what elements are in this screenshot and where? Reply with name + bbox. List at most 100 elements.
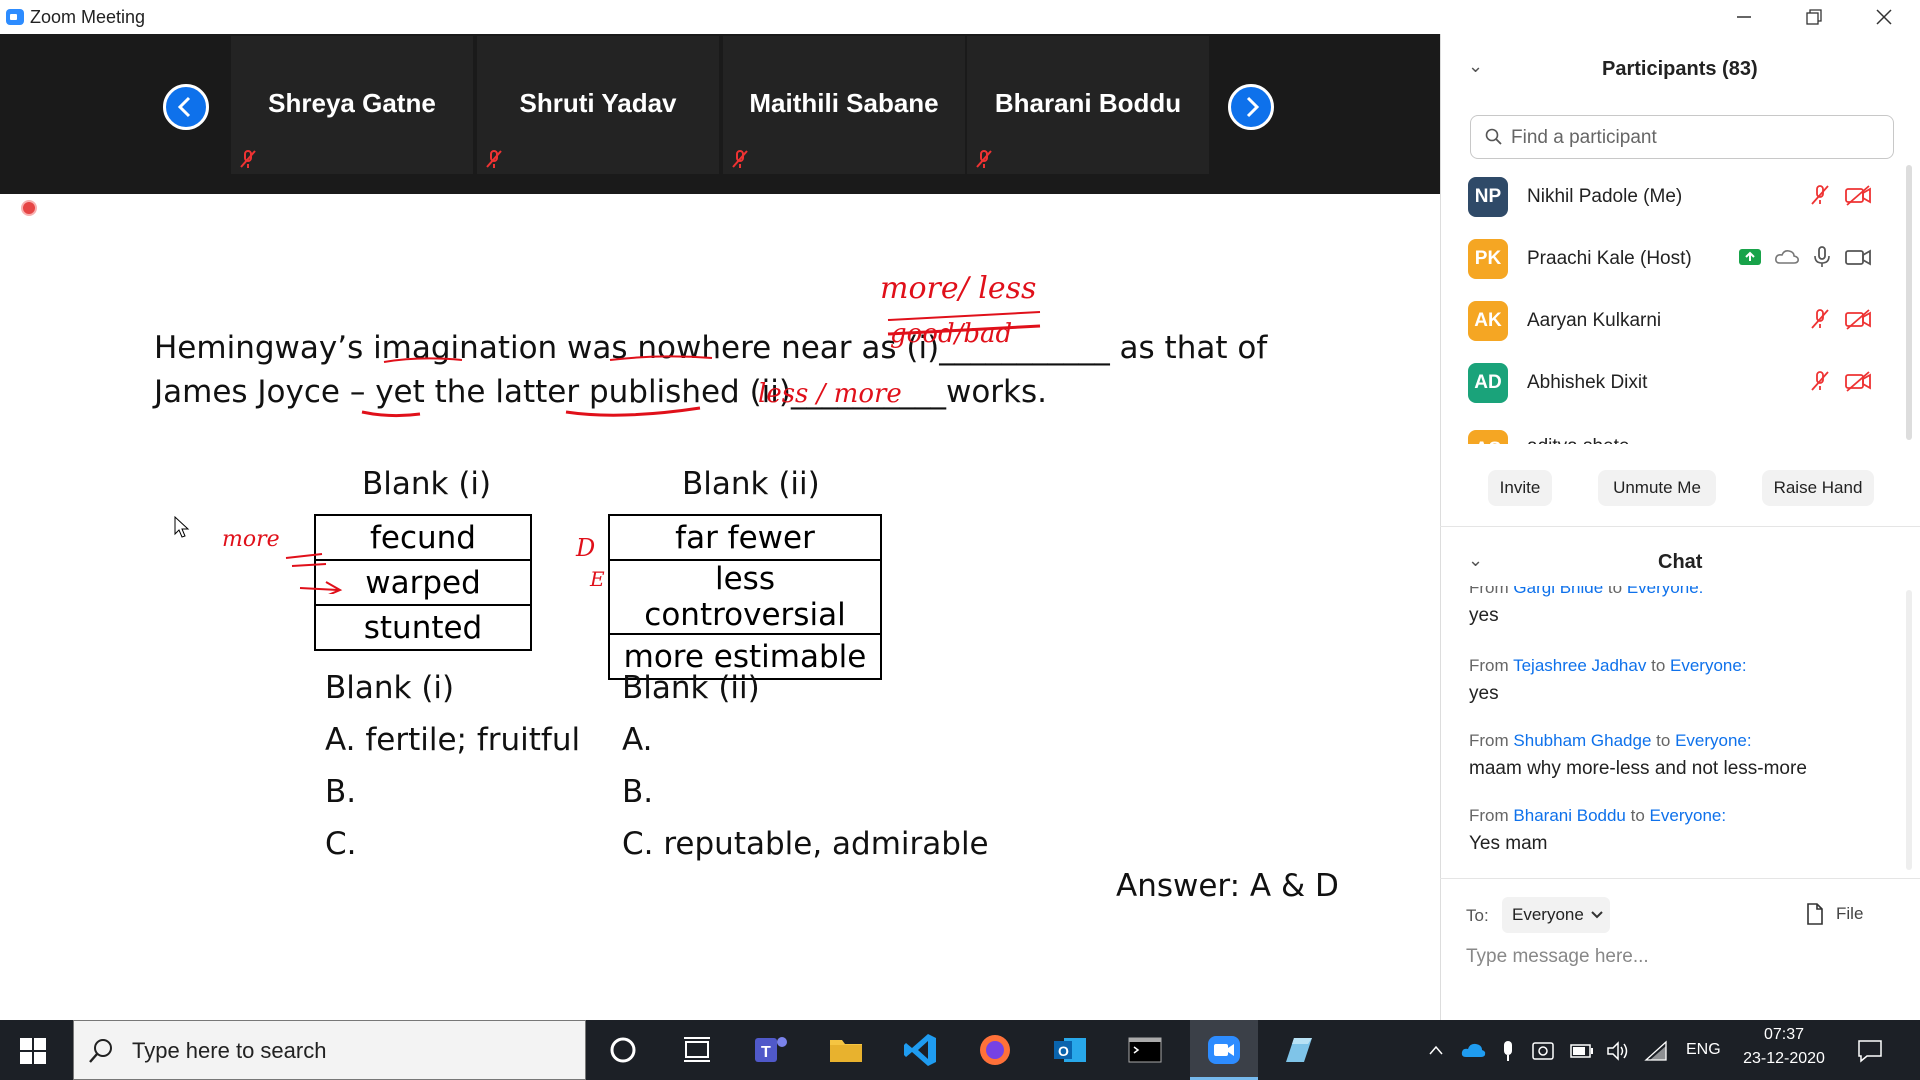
window-title: Zoom Meeting: [30, 7, 146, 27]
chat-message: From Shubham Ghadge to Everyone: maam wh…: [1469, 731, 1807, 779]
search-icon: [1485, 128, 1502, 145]
zoom-app-icon: [6, 9, 24, 25]
restore-button[interactable]: [1784, 0, 1844, 34]
vscode-icon[interactable]: [902, 1032, 938, 1068]
volume-icon[interactable]: [1606, 1040, 1630, 1067]
participant-name: Shreya Gatne: [268, 88, 436, 118]
close-button[interactable]: [1854, 0, 1914, 34]
cloud-record-icon: [1775, 250, 1799, 264]
windows-logo-icon: [20, 1038, 46, 1064]
annotation-more-less: more/ less: [880, 271, 1036, 306]
muted-mic-icon: [976, 150, 992, 168]
action-center-icon[interactable]: [1857, 1038, 1883, 1069]
microphone-tray-icon[interactable]: [1500, 1040, 1516, 1067]
zoom-taskbar-icon[interactable]: [1206, 1032, 1242, 1068]
participant-name: Shruti Yadav: [519, 88, 677, 118]
notes-left-c: C.: [325, 826, 357, 862]
share-screen-icon: [1739, 249, 1761, 265]
chat-message: From Gargi Bhide to Everyone: yes: [1469, 586, 1704, 626]
start-button[interactable]: [20, 1038, 46, 1069]
chat-scrollbar[interactable]: [1906, 590, 1912, 870]
task-view-icon[interactable]: [679, 1032, 715, 1068]
to-label: To:: [1466, 906, 1489, 925]
chevron-down-icon: [1591, 911, 1603, 919]
chat-title: Chat: [1658, 551, 1703, 573]
cast-tray-icon[interactable]: [1532, 1040, 1554, 1067]
onedrive-icon[interactable]: [1460, 1040, 1486, 1065]
annotation-layer: more/ less good/bad less / more more D E…: [222, 271, 1041, 594]
file-explorer-icon[interactable]: [828, 1032, 864, 1068]
muted-mic-icon: [732, 150, 748, 168]
clock[interactable]: 07:37 23-12-2020: [1738, 1026, 1830, 1068]
panel-divider: [1440, 526, 1920, 527]
avatar: NP: [1468, 177, 1508, 217]
annotation-less-more: less / more: [758, 379, 902, 409]
muted-mic-icon[interactable]: [1808, 369, 1832, 393]
participant-row[interactable]: NP Nikhil Padole (Me): [1468, 169, 1908, 227]
outlook-icon[interactable]: O: [1052, 1032, 1088, 1068]
firefox-icon[interactable]: [977, 1032, 1013, 1068]
teams-icon[interactable]: T: [753, 1032, 789, 1068]
invite-button[interactable]: Invite: [1488, 470, 1552, 506]
chat-message: From Bharani Boddu to Everyone: Yes mam: [1469, 806, 1727, 854]
participant-search-input[interactable]: Find a participant: [1470, 115, 1894, 159]
notes-right-c: C. reputable, admirable: [622, 826, 989, 862]
language-indicator[interactable]: ENG: [1686, 1041, 1721, 1059]
wifi-icon[interactable]: [1644, 1040, 1668, 1067]
annotation-more: more: [222, 527, 280, 552]
chevron-left-icon: [177, 96, 191, 118]
video-off-icon[interactable]: [1844, 369, 1872, 393]
file-button[interactable]: File: [1806, 903, 1863, 925]
chat-messages: From Gargi Bhide to Everyone: yes From T…: [1440, 586, 1910, 876]
mic-icon[interactable]: [1812, 245, 1832, 269]
participant-name: Praachi Kale (Host): [1527, 248, 1692, 269]
mouse-cursor-icon: [174, 516, 190, 538]
muted-mic-icon[interactable]: [1808, 307, 1832, 331]
participant-name: Abhishek Dixit: [1527, 372, 1648, 393]
title-bar: [0, 0, 1920, 34]
search-icon: [89, 1039, 112, 1063]
next-page-button[interactable]: [1228, 84, 1274, 130]
recipient-value: Everyone: [1512, 905, 1584, 924]
collapse-chat-chevron-icon[interactable]: ⌄: [1468, 550, 1483, 571]
battery-icon[interactable]: [1570, 1043, 1594, 1064]
chat-message: From Tejashree Jadhav to Everyone: yes: [1469, 656, 1747, 704]
show-hidden-icons-chevron-icon[interactable]: [1428, 1040, 1444, 1065]
muted-mic-icon[interactable]: [1808, 183, 1832, 207]
svg-text:O: O: [1058, 1043, 1069, 1059]
cortana-icon[interactable]: [605, 1032, 641, 1068]
minimize-button[interactable]: [1714, 0, 1774, 34]
prev-page-button[interactable]: [163, 84, 209, 130]
clock-date: 23-12-2020: [1743, 1050, 1825, 1067]
notes-left-a: A. fertile; fruitful: [325, 722, 581, 758]
video-off-icon[interactable]: [1844, 307, 1872, 331]
video-icon[interactable]: [1844, 245, 1872, 269]
video-tile[interactable]: Shreya Gatne: [231, 36, 473, 174]
chat-message-input[interactable]: Type message here...: [1466, 946, 1906, 976]
recipient-select[interactable]: Everyone: [1502, 897, 1610, 933]
muted-mic-icon: [240, 150, 256, 168]
avatar: AD: [1468, 363, 1508, 403]
video-off-icon[interactable]: [1844, 183, 1872, 207]
taskbar-search-box[interactable]: Type here to search: [73, 1020, 586, 1080]
video-tile[interactable]: Shruti Yadav: [477, 36, 719, 174]
annotate-app-icon[interactable]: [1280, 1032, 1316, 1068]
chevron-right-icon: [1246, 96, 1260, 118]
avatar: PK: [1468, 239, 1508, 279]
collapse-participants-chevron-icon[interactable]: ⌄: [1468, 56, 1483, 77]
video-tile[interactable]: Maithili Sabane: [723, 36, 965, 174]
video-strip: [0, 34, 1440, 194]
option-cell: stunted: [314, 604, 532, 651]
participant-name: Maithili Sabane: [749, 88, 939, 118]
participant-row[interactable]: AK Aaryan Kulkarni: [1468, 293, 1908, 351]
participant-row[interactable]: PK Praachi Kale (Host): [1468, 231, 1908, 289]
terminal-icon[interactable]: [1127, 1032, 1163, 1068]
svg-text:T: T: [761, 1044, 771, 1061]
avatar: AS: [1468, 430, 1508, 444]
participant-row[interactable]: AD Abhishek Dixit: [1468, 355, 1908, 413]
video-tile[interactable]: Bharani Boddu: [967, 36, 1209, 174]
participant-row[interactable]: AS aditya shete: [1468, 416, 1908, 444]
unmute-me-button[interactable]: Unmute Me: [1598, 470, 1716, 506]
raise-hand-button[interactable]: Raise Hand: [1762, 470, 1874, 506]
clock-time: 07:37: [1763, 1026, 1805, 1043]
